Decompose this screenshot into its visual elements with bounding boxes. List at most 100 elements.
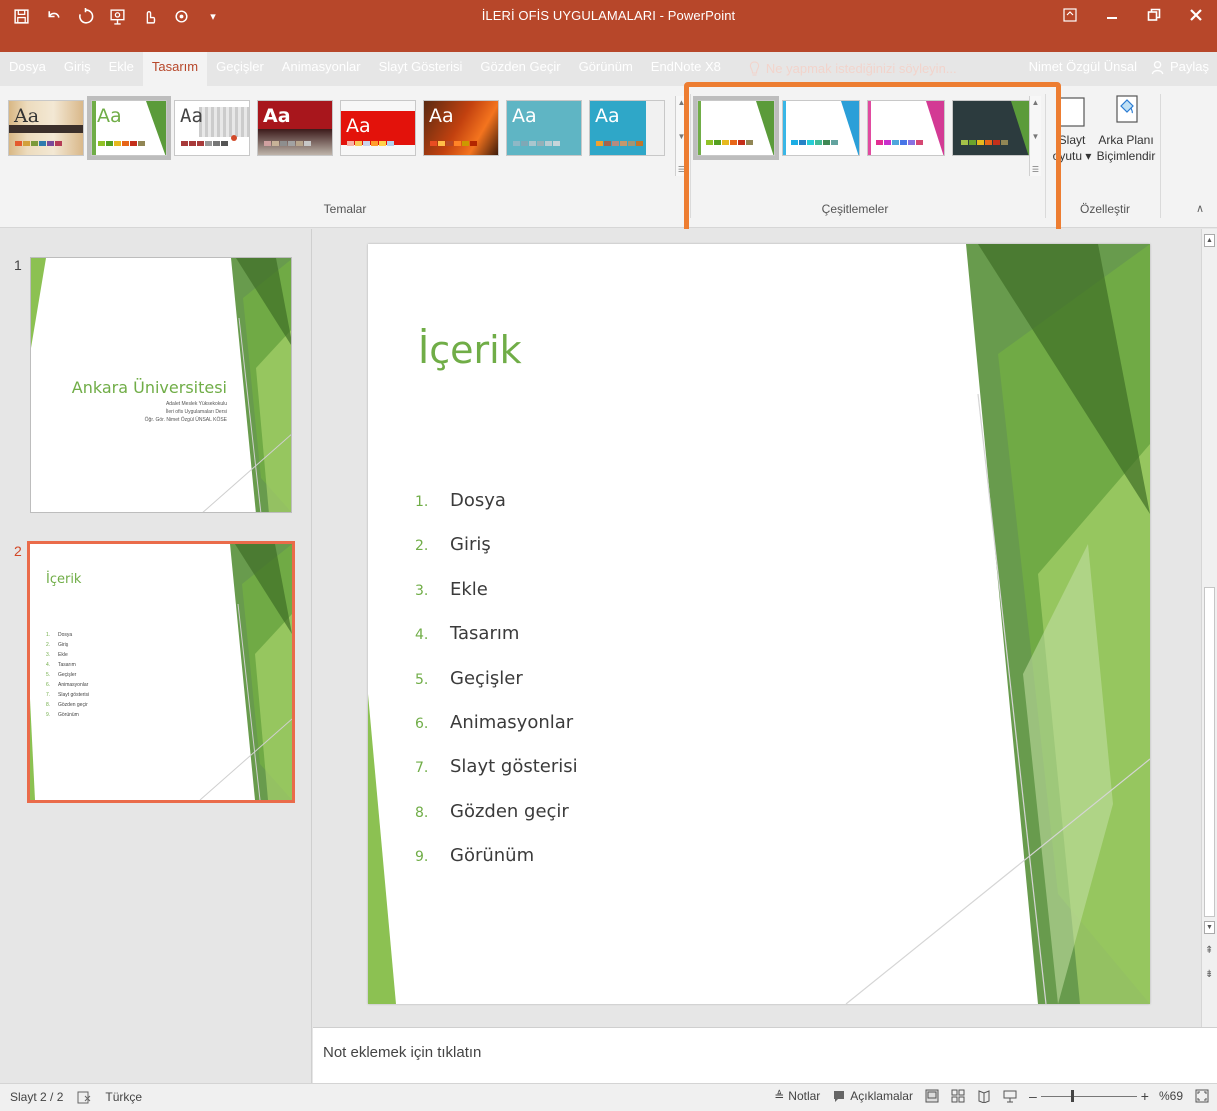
theme-aa-label: Aa <box>429 105 454 127</box>
slide-thumbnail-2[interactable]: İçerik 1. Dosya 2. Giriş 3. Ekle 4. Tasarım 5. Ge… <box>27 541 295 803</box>
theme-thumb-6[interactable]: Aa <box>423 100 499 156</box>
tab-ekle[interactable]: Ekle <box>100 52 143 86</box>
share-button[interactable]: Paylaş <box>1151 52 1209 82</box>
thumb-list-item: 2. Giriş <box>46 642 69 648</box>
slide1-subtitle-line: Öğr. Gör. Nimet Özgül ÜNSAL KÖSE <box>144 417 227 423</box>
group-separator <box>1160 94 1161 218</box>
tab-animasyonlar[interactable]: Animasyonlar <box>273 52 370 86</box>
theme-thumb-5[interactable]: Aa <box>340 100 416 156</box>
slide-title[interactable]: İçerik <box>418 328 522 372</box>
zoom-slider[interactable] <box>1040 1089 1137 1102</box>
notes-toggle-button[interactable]: ≜ Notlar <box>774 1089 820 1103</box>
theme-color-bars <box>264 141 311 146</box>
tell-me-search[interactable]: Ne yapmak istediğinizi söyleyin... <box>730 52 957 86</box>
normal-view-icon[interactable] <box>925 1089 939 1103</box>
list-text: Dosya <box>450 490 506 511</box>
comments-label: Açıklamalar <box>850 1089 913 1103</box>
list-number: 7. <box>415 760 429 777</box>
list-text: Animasyonlar <box>450 711 574 733</box>
thumb-list-item: 7. Slayt gösterisi <box>46 692 90 698</box>
theme-thumb-3[interactable]: Aa <box>174 100 250 156</box>
slide-show-view-icon[interactable] <box>1003 1089 1017 1103</box>
slide-thumbnail-1[interactable]: Ankara Üniversitesi Adalet Meslek Yüksek… <box>30 257 292 513</box>
next-slide-icon[interactable]: ⇟ <box>1205 969 1213 980</box>
thumb-list-text: Ekle <box>58 652 68 658</box>
tab-dosya[interactable]: Dosya <box>0 52 55 86</box>
scroll-down-arrow-icon[interactable]: ▼ <box>1204 921 1215 934</box>
list-item[interactable]: 9. Görünüm <box>415 845 578 889</box>
zoom-in-icon[interactable]: + <box>1141 1088 1149 1104</box>
notes-icon: ≜ <box>774 1089 785 1103</box>
tab-tasarım[interactable]: Tasarım <box>142 52 208 86</box>
list-item[interactable]: 6. Animasyonlar <box>415 712 578 756</box>
spell-check-icon[interactable] <box>77 1091 91 1104</box>
tab-giriş[interactable]: Giriş <box>55 52 100 86</box>
tab-geçişler[interactable]: Geçişler <box>207 52 273 86</box>
tab-görünüm[interactable]: Görünüm <box>570 52 642 86</box>
thumb-list-item: 1. Dosya <box>46 632 73 638</box>
zoom-slider-thumb[interactable] <box>1070 1089 1074 1102</box>
theme-aa-label: Aa <box>97 105 122 127</box>
tab-slayt-gösterisi[interactable]: Slayt Gösterisi <box>370 52 472 86</box>
theme-thumb-1[interactable]: Aa <box>8 100 84 156</box>
theme-aa-label: Aa <box>595 105 620 127</box>
list-item[interactable]: 8. Gözden geçir <box>415 801 578 845</box>
thumb-list-text: Görünüm <box>58 712 79 718</box>
thumb-list-item: 4. Tasarım <box>46 662 76 668</box>
restore-icon[interactable] <box>1133 0 1175 30</box>
theme-color-bars <box>347 141 394 146</box>
slide-sorter-view-icon[interactable] <box>951 1089 965 1103</box>
list-item[interactable]: 7. Slayt gösterisi <box>415 756 578 800</box>
format-background-label-1: Arka Planı <box>1098 133 1154 147</box>
thumb-list-text: Giriş <box>58 642 69 648</box>
theme-thumb-8[interactable]: Aa <box>589 100 665 156</box>
slide-number: 1 <box>14 257 22 273</box>
list-number: 1. <box>415 494 429 510</box>
slide2-title: İçerik <box>46 572 82 587</box>
minimize-icon[interactable] <box>1091 0 1133 30</box>
tab-endnote-x8[interactable]: EndNote X8 <box>642 52 730 86</box>
format-background-button[interactable]: Arka Planı Biçimlendir <box>1095 92 1157 164</box>
thumb-list-text: Gözden geçir <box>58 702 88 708</box>
list-item[interactable]: 2. Giriş <box>415 534 578 578</box>
theme-aa-label: Aa <box>14 105 40 127</box>
format-background-label-2: Biçimlendir <box>1096 149 1156 163</box>
themes-gallery: Aa Aa Aa Aa Aa Aa Aa Aa <box>8 96 665 170</box>
ribbon-display-options-icon[interactable] <box>1049 0 1091 30</box>
ribbon-tabs: Dosya Giriş Ekle Tasarım Geçişler Animasyonla… <box>0 52 1217 86</box>
list-item[interactable]: 4. Tasarım <box>415 623 578 667</box>
list-item[interactable]: 1. Dosya <box>415 490 578 534</box>
fit-to-window-icon[interactable] <box>1195 1089 1209 1103</box>
theme-thumb-facet[interactable]: Aa <box>87 96 171 160</box>
notes-pane[interactable]: Not eklemek için tıklatın <box>313 1027 1217 1083</box>
reading-view-icon[interactable] <box>977 1089 991 1103</box>
user-name[interactable]: Nimet Özgül Ünsal <box>1029 52 1137 82</box>
list-number: 5. <box>415 671 429 688</box>
zoom-level[interactable]: %69 <box>1159 1089 1183 1103</box>
close-icon[interactable] <box>1175 0 1217 30</box>
status-right: ≜ Notlar Açıklamalar – + %69 <box>774 1088 1209 1104</box>
language-indicator[interactable]: Türkçe <box>105 1090 142 1104</box>
zoom-out-icon[interactable]: – <box>1029 1088 1037 1104</box>
thumb-list-item: 5. Geçişler <box>46 672 77 678</box>
comments-toggle-button[interactable]: Açıklamalar <box>832 1089 913 1103</box>
scroll-up-arrow-icon[interactable]: ▲ <box>1204 234 1215 247</box>
theme-aa-label: Aa <box>512 105 537 127</box>
previous-slide-icon[interactable]: ⇞ <box>1205 945 1213 956</box>
list-number: 2. <box>415 538 429 555</box>
theme-thumb-7[interactable]: Aa <box>506 100 582 156</box>
slide1-title: Ankara Üniversitesi <box>71 378 227 397</box>
theme-color-bars <box>98 141 145 146</box>
collapse-ribbon-icon[interactable]: ∧ <box>1196 202 1204 215</box>
theme-thumb-4[interactable]: Aa <box>257 100 333 156</box>
slide-counter: Slayt 2 / 2 <box>10 1090 64 1104</box>
list-item[interactable]: 3. Ekle <box>415 579 578 623</box>
list-item[interactable]: 5. Geçişler <box>415 668 578 712</box>
list-text: Tasarım <box>450 623 520 645</box>
scroll-thumb[interactable] <box>1204 587 1215 917</box>
tab-gözden-geçir[interactable]: Gözden Geçir <box>471 52 569 86</box>
vertical-scrollbar[interactable]: ▲ ▼ ⇞ ⇟ <box>1201 229 1217 1027</box>
slide-content-list[interactable]: 1. Dosya 2. Giriş 3. Ekle 4. Tasarım 5. Geçişler 6… <box>415 490 578 890</box>
status-left: Slayt 2 / 2 Türkçe <box>10 1090 142 1104</box>
main-slide-canvas[interactable]: İçerik 1. Dosya 2. Giriş 3. Ekle 4. Tasarım 5. Ge… <box>368 244 1150 1004</box>
